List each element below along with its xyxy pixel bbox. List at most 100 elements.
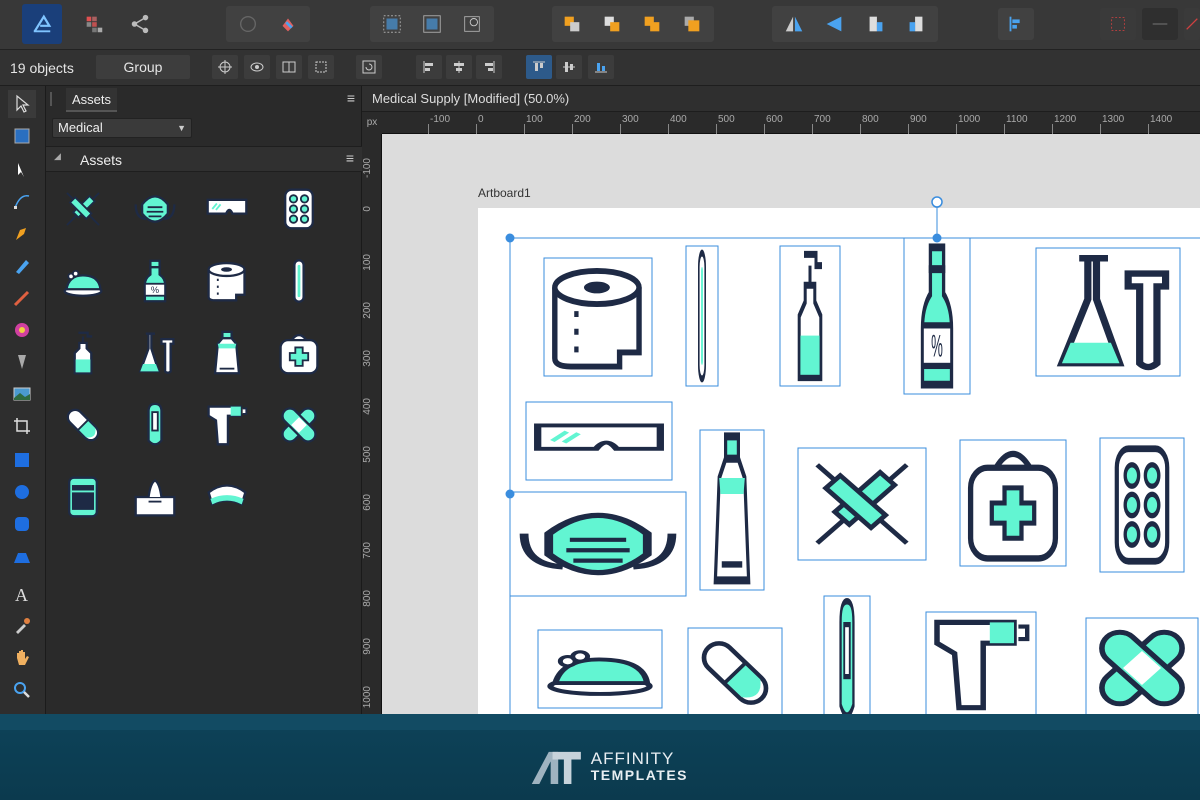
move-forward-icon[interactable]: [634, 8, 670, 40]
canvas-bandage-icon[interactable]: [1094, 626, 1189, 711]
canvas-pill-blister-icon[interactable]: [1114, 445, 1170, 565]
canvas-toilet-paper-icon[interactable]: [552, 268, 642, 370]
color-picker-icon[interactable]: [8, 316, 36, 344]
transparency-tool-icon[interactable]: [8, 348, 36, 376]
split-icon[interactable]: [276, 55, 302, 79]
eye-icon[interactable]: [244, 55, 270, 79]
zoom-tool-icon[interactable]: [8, 676, 36, 704]
pen-curve-tool-icon[interactable]: [8, 188, 36, 216]
move-to-back-icon[interactable]: [554, 8, 590, 40]
jar-icon[interactable]: [58, 472, 108, 522]
capsule-icon[interactable]: [58, 400, 108, 450]
snapping-icon[interactable]: [374, 8, 410, 40]
brush-tool-icon[interactable]: [8, 284, 36, 312]
insert-icon[interactable]: [270, 8, 306, 40]
more-icon[interactable]: [1184, 8, 1200, 40]
collapse-triangle-icon[interactable]: ◢: [54, 151, 61, 162]
align-middle-ctx-icon[interactable]: [556, 55, 582, 79]
align-left-icon[interactable]: [998, 8, 1034, 40]
reset-transform-icon[interactable]: [356, 55, 382, 79]
canvas-mask-icon[interactable]: [519, 512, 677, 576]
tissue-box-icon[interactable]: [130, 472, 180, 522]
category-select[interactable]: Medical ▼: [52, 118, 192, 138]
rounded-rectangle-tool-icon[interactable]: [8, 510, 36, 538]
align-left-ctx-icon[interactable]: [416, 55, 442, 79]
pixel-persona-icon[interactable]: [76, 8, 112, 40]
canvas-first-aid-kit-icon[interactable]: [967, 450, 1059, 562]
resize-handle[interactable]: [505, 489, 515, 499]
mask-icon[interactable]: [130, 184, 180, 234]
rotation-handle[interactable]: [931, 196, 943, 208]
align-top-ctx-icon[interactable]: [526, 55, 552, 79]
flip-horizontal-icon[interactable]: [776, 8, 812, 40]
transform-icon[interactable]: [454, 8, 490, 40]
vertical-ruler[interactable]: -100 0 100 200 300 400 500 600 700 800 900 1000: [362, 134, 382, 714]
target-icon[interactable]: [212, 55, 238, 79]
percent-bottle-icon[interactable]: %: [130, 256, 180, 306]
place-image-icon[interactable]: [8, 380, 36, 408]
move-back-icon[interactable]: [594, 8, 630, 40]
canvas-thermometer-icon[interactable]: [698, 249, 706, 383]
align-right-ctx-icon[interactable]: [476, 55, 502, 79]
pen-tool-icon[interactable]: [8, 220, 36, 248]
canvas-goggles-icon[interactable]: [534, 423, 664, 451]
dropper-bottle-icon[interactable]: [58, 328, 108, 378]
grid-toggle-icon[interactable]: [1100, 8, 1136, 40]
canvas-capsule-icon[interactable]: [698, 637, 772, 708]
hand-tool-icon[interactable]: [8, 644, 36, 672]
flask-icon[interactable]: [130, 328, 180, 378]
first-aid-kit-icon[interactable]: [274, 328, 324, 378]
toilet-paper-icon[interactable]: [202, 256, 252, 306]
group-button[interactable]: Group: [96, 55, 190, 79]
pill-blister-icon[interactable]: [274, 184, 324, 234]
rectangle-tool-icon[interactable]: [8, 446, 36, 474]
canvas-flask-icon[interactable]: [1056, 255, 1170, 371]
canvas[interactable]: Artboard1 %: [382, 134, 1200, 714]
assets-section-header[interactable]: ◢ Assets ≡: [46, 146, 362, 172]
text-tool-icon[interactable]: A: [8, 580, 36, 608]
canvas-syringes-icon[interactable]: [815, 463, 909, 545]
align-bottom-ctx-icon[interactable]: [588, 55, 614, 79]
ellipse-tool-icon[interactable]: [8, 478, 36, 506]
canvas-mouse-icon[interactable]: [547, 650, 653, 696]
mouse-icon[interactable]: [58, 256, 108, 306]
canvas-tube-icon[interactable]: [713, 432, 751, 585]
node-tool-icon[interactable]: [8, 156, 36, 184]
crop-icon[interactable]: [308, 55, 334, 79]
goggles-icon[interactable]: [202, 184, 252, 234]
artboard-tool-icon[interactable]: [8, 122, 36, 150]
digital-thermometer-icon[interactable]: [130, 400, 180, 450]
bandage-icon[interactable]: [274, 400, 324, 450]
canvas-percent-bottle-icon[interactable]: %: [920, 243, 954, 389]
pencil-tool-icon[interactable]: [8, 252, 36, 280]
lock-icon[interactable]: [230, 8, 266, 40]
horizontal-ruler[interactable]: -100 0 100 200 300 400 500 600 700 800 900 1000 1100…: [382, 112, 1200, 134]
ruler-tick: [668, 124, 669, 134]
eyedropper-tool-icon[interactable]: [8, 612, 36, 640]
rotate-left-icon[interactable]: [858, 8, 894, 40]
resize-handle[interactable]: [505, 233, 515, 243]
thermometer-gun-icon[interactable]: [202, 400, 252, 450]
syringes-icon[interactable]: [58, 184, 108, 234]
cap-icon[interactable]: [202, 472, 252, 522]
canvas-dropper-bottle-icon[interactable]: [797, 250, 823, 382]
bounds-icon[interactable]: [414, 8, 450, 40]
affinity-designer-logo-icon[interactable]: [22, 4, 62, 44]
export-persona-icon[interactable]: [122, 8, 158, 40]
move-tool-icon[interactable]: [8, 90, 36, 118]
canvas-digital-thermometer-icon[interactable]: [839, 597, 855, 714]
guides-toggle-icon[interactable]: [1142, 8, 1178, 40]
tube-icon[interactable]: [202, 328, 252, 378]
crop-tool-icon[interactable]: [8, 412, 36, 440]
move-to-front-icon[interactable]: [674, 8, 710, 40]
rotate-right-icon[interactable]: [898, 8, 934, 40]
canvas-thermometer-gun-icon[interactable]: [934, 619, 1030, 711]
flip-vertical-icon[interactable]: [816, 8, 852, 40]
tab-assets[interactable]: Assets: [66, 88, 118, 112]
thermometer-icon[interactable]: [274, 256, 324, 306]
document-tab[interactable]: Medical Supply [Modified] (50.0%): [362, 86, 1200, 112]
section-menu-icon[interactable]: ≡: [346, 150, 354, 166]
align-center-ctx-icon[interactable]: [446, 55, 472, 79]
panel-menu-icon[interactable]: ≡: [347, 90, 355, 106]
trapezoid-tool-icon[interactable]: [8, 544, 36, 572]
